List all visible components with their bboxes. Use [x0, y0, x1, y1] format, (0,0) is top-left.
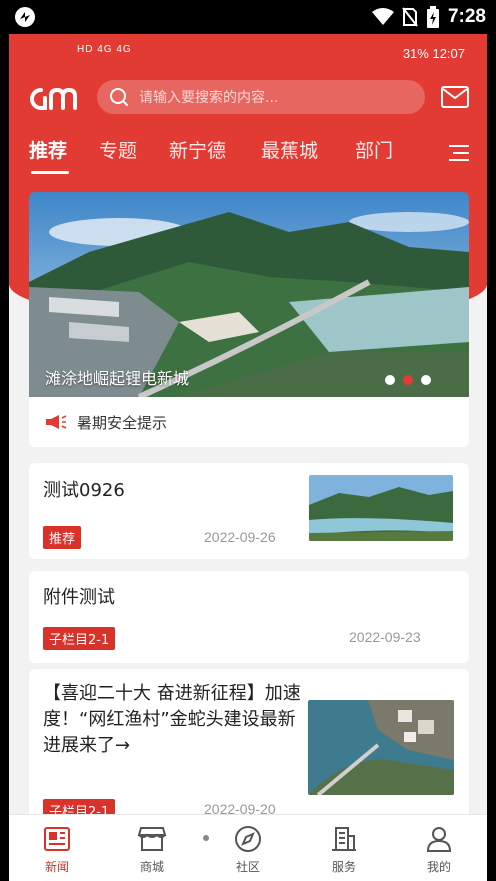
notice-bar[interactable]: 暑期安全提示: [29, 397, 469, 447]
search-placeholder: 请输入要搜索的内容...: [139, 90, 279, 106]
menu-icon[interactable]: [449, 144, 469, 162]
tab-departments[interactable]: 部门: [355, 136, 393, 163]
lake-landscape-image: [309, 475, 453, 541]
banner-caption: 滩涂地崛起锂电新城: [45, 369, 190, 388]
megaphone-icon: [46, 415, 67, 429]
signal-status: HD 4G 4G: [77, 44, 132, 55]
tab-new-ningde[interactable]: 新宁德: [169, 136, 226, 163]
search-bar[interactable]: 请输入要搜索的内容...: [97, 80, 425, 114]
banner-carousel[interactable]: 滩涂地崛起锂电新城: [29, 192, 469, 397]
carousel-indicators: [385, 375, 431, 385]
nav-label: 社区: [235, 860, 260, 874]
system-status-bar: 7:28: [0, 0, 496, 34]
no-sim-icon: [402, 7, 418, 27]
user-icon: [426, 827, 452, 852]
article-thumbnail: [308, 700, 454, 795]
carousel-dot[interactable]: [385, 375, 395, 385]
article-card[interactable]: 测试0926 推荐 2022-09-26: [29, 463, 469, 559]
nav-label: 新闻: [44, 860, 69, 874]
bottom-navigation: 新闻 商城 社区 服务 我的: [9, 814, 487, 881]
article-card[interactable]: 【喜迎二十大 奋进新征程】加速度！“网红渔村”金蛇头建设最新进展来了→ 子栏目2…: [29, 669, 469, 829]
article-thumbnail: [309, 475, 453, 541]
article-tag: 推荐: [43, 526, 82, 549]
article-title: 测试0926: [43, 480, 125, 501]
category-tabs: 推荐 专题 新宁德 最蕉城 部门: [9, 136, 487, 176]
nav-label: 商城: [139, 860, 164, 874]
carousel-dot[interactable]: [421, 375, 431, 385]
article-title: 附件测试: [43, 587, 115, 608]
nav-label: 服务: [331, 860, 356, 874]
store-icon: [137, 827, 167, 851]
battery-charging-icon: [426, 6, 439, 28]
app-header: 请输入要搜索的内容...: [9, 78, 487, 118]
notice-text: 暑期安全提示: [77, 413, 168, 432]
fishing-village-image: [308, 700, 454, 795]
nav-community[interactable]: 社区: [208, 815, 288, 881]
nav-store[interactable]: 商城: [112, 815, 192, 881]
app-notification-icon: [15, 7, 35, 27]
wifi-icon: [371, 8, 394, 25]
article-date: 2022-09-23: [349, 629, 421, 645]
tab-topics[interactable]: 专题: [99, 136, 137, 163]
building-icon: [332, 827, 356, 851]
app-status-bar: HD 4G 4G 31% 12:07: [9, 34, 487, 74]
app-screen: HD 4G 4G 31% 12:07 请输入要搜索的内容... 推荐 专题 新宁…: [9, 34, 487, 881]
tab-recommend[interactable]: 推荐: [29, 136, 67, 163]
compass-icon: [235, 826, 261, 852]
article-tag: 子栏目2-1: [43, 627, 116, 650]
nav-services[interactable]: 服务: [304, 815, 384, 881]
nav-label: 我的: [426, 860, 451, 874]
search-icon: [110, 88, 128, 106]
system-time: 7:28: [447, 6, 486, 27]
newspaper-icon: [44, 827, 70, 851]
mail-icon[interactable]: [441, 84, 469, 110]
article-title: 【喜迎二十大 奋进新征程】加速度！“网红渔村”金蛇头建设最新进展来了→: [43, 683, 301, 757]
article-date: 2022-09-26: [204, 529, 276, 545]
carousel-dot-active[interactable]: [403, 375, 413, 385]
active-tab-indicator: [31, 171, 69, 174]
nav-news[interactable]: 新闻: [17, 815, 97, 881]
nav-profile[interactable]: 我的: [399, 815, 479, 881]
article-card[interactable]: 附件测试 子栏目2-1 2022-09-23: [29, 571, 469, 663]
tab-jiaocheng[interactable]: 最蕉城: [261, 136, 318, 163]
battery-time-status: 31% 12:07: [402, 46, 465, 61]
app-logo[interactable]: [27, 84, 79, 112]
